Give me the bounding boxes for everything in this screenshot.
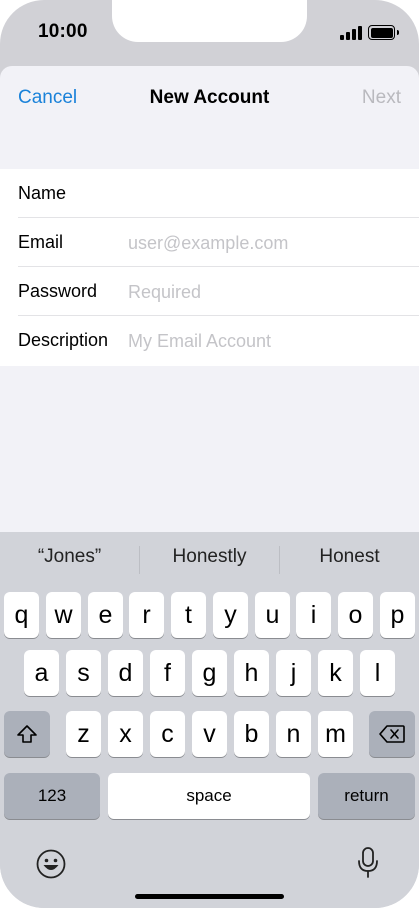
status-bar: 10:00 (0, 0, 419, 66)
description-field[interactable] (128, 328, 408, 354)
key-v[interactable]: v (192, 711, 227, 757)
key-o[interactable]: o (338, 592, 373, 638)
page-title: New Account (149, 87, 270, 108)
key-f[interactable]: f (150, 650, 185, 696)
key-b[interactable]: b (234, 711, 269, 757)
keyboard: “Jones” Honestly Honest q w e r t y u i … (0, 532, 419, 908)
shift-key[interactable] (4, 711, 50, 757)
emoji-icon[interactable] (35, 848, 67, 880)
key-y[interactable]: y (213, 592, 248, 638)
suggestion-3[interactable]: Honest (280, 546, 419, 568)
password-label: Password (18, 281, 98, 301)
notch (112, 0, 307, 42)
key-h[interactable]: h (234, 650, 269, 696)
password-field[interactable] (128, 279, 408, 305)
space-key[interactable]: space (108, 773, 310, 819)
battery-icon (368, 25, 399, 40)
key-i[interactable]: i (296, 592, 331, 638)
password-row[interactable]: Password (0, 267, 419, 316)
key-u[interactable]: u (255, 592, 290, 638)
key-d[interactable]: d (108, 650, 143, 696)
key-c[interactable]: c (150, 711, 185, 757)
suggestion-2[interactable]: Honestly (140, 546, 279, 568)
microphone-icon[interactable] (356, 846, 380, 880)
suggestion-1[interactable]: “Jones” (0, 546, 139, 568)
description-label: Description (18, 330, 109, 350)
key-a[interactable]: a (24, 650, 59, 696)
name-field[interactable] (128, 181, 408, 207)
phone-screen: 10:00 Cancel New Account Next Name Email (0, 0, 419, 908)
name-row[interactable]: Name (0, 169, 419, 218)
numbers-key[interactable]: 123 (4, 773, 100, 819)
key-p[interactable]: p (380, 592, 415, 638)
key-w[interactable]: w (46, 592, 81, 638)
key-n[interactable]: n (276, 711, 311, 757)
key-g[interactable]: g (192, 650, 227, 696)
new-account-sheet: Cancel New Account Next Name Email Passw… (0, 66, 419, 532)
key-x[interactable]: x (108, 711, 143, 757)
key-m[interactable]: m (318, 711, 353, 757)
email-row[interactable]: Email (0, 218, 419, 267)
home-indicator[interactable] (135, 894, 284, 899)
key-q[interactable]: q (4, 592, 39, 638)
return-key[interactable]: return (318, 773, 415, 819)
key-e[interactable]: e (88, 592, 123, 638)
key-s[interactable]: s (66, 650, 101, 696)
name-label: Name (18, 183, 67, 203)
description-row[interactable]: Description (0, 316, 419, 365)
delete-key[interactable] (369, 711, 415, 757)
key-l[interactable]: l (360, 650, 395, 696)
key-z[interactable]: z (66, 711, 101, 757)
navigation-bar: Cancel New Account Next (0, 66, 419, 132)
email-label: Email (18, 232, 64, 252)
signal-icon (340, 26, 362, 40)
key-k[interactable]: k (318, 650, 353, 696)
next-button[interactable]: Next (362, 87, 401, 109)
key-r[interactable]: r (129, 592, 164, 638)
delete-icon (379, 725, 405, 743)
account-form: Name Email Password Description (0, 169, 419, 366)
status-time: 10:00 (38, 21, 88, 42)
key-j[interactable]: j (276, 650, 311, 696)
shift-icon (17, 725, 37, 743)
key-t[interactable]: t (171, 592, 206, 638)
email-field[interactable] (128, 230, 408, 256)
